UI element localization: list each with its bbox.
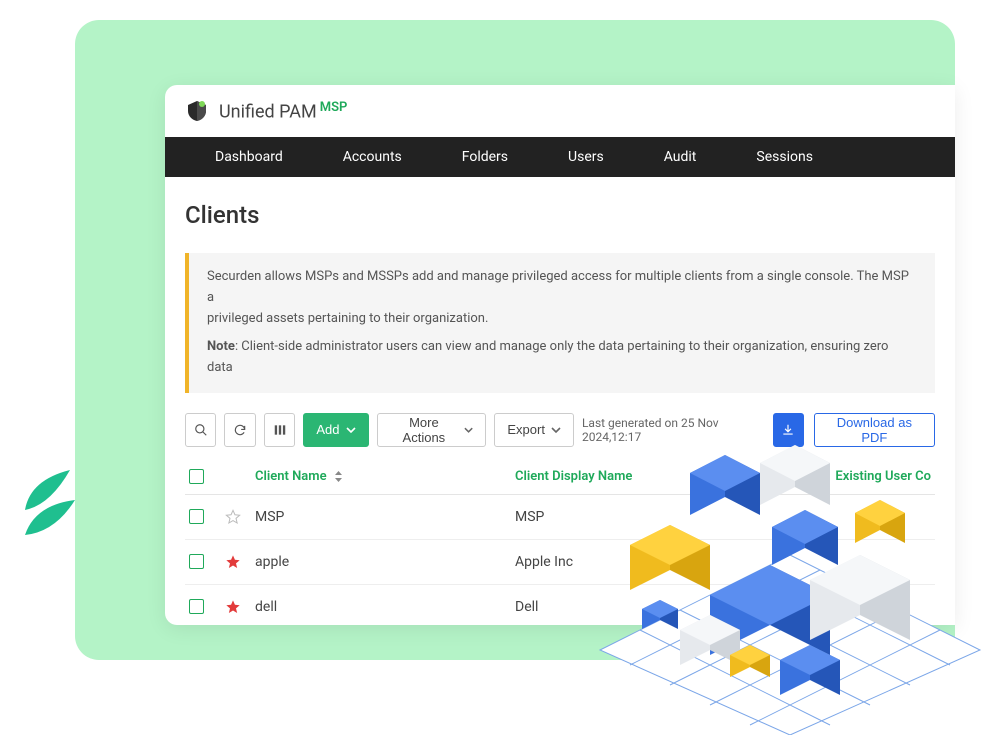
nav-accounts[interactable]: Accounts bbox=[313, 137, 432, 177]
shield-logo-icon bbox=[185, 99, 209, 123]
brand-name: Unified PAM bbox=[219, 101, 317, 122]
cell-client-name: MSP bbox=[255, 509, 515, 525]
export-button[interactable]: Export bbox=[494, 413, 574, 447]
star-icon[interactable] bbox=[225, 509, 241, 525]
chevron-down-icon bbox=[346, 427, 356, 433]
brand-suffix: MSP bbox=[320, 100, 348, 115]
brand: Unified PAMMSP bbox=[219, 100, 347, 122]
row-checkbox[interactable] bbox=[189, 509, 204, 524]
chevron-down-icon bbox=[551, 427, 561, 433]
main-nav: Dashboard Accounts Folders Users Audit S… bbox=[165, 137, 955, 177]
column-client-name[interactable]: Client Name bbox=[255, 469, 515, 484]
star-icon[interactable] bbox=[225, 554, 241, 570]
nav-users[interactable]: Users bbox=[538, 137, 634, 177]
select-all-checkbox[interactable] bbox=[189, 469, 204, 484]
cell-client-name: dell bbox=[255, 599, 515, 615]
nav-dashboard[interactable]: Dashboard bbox=[185, 137, 313, 177]
refresh-button[interactable] bbox=[224, 413, 255, 447]
search-button[interactable] bbox=[185, 413, 216, 447]
more-actions-button[interactable]: More Actions bbox=[377, 413, 487, 447]
row-checkbox[interactable] bbox=[189, 599, 204, 614]
columns-button[interactable] bbox=[264, 413, 295, 447]
search-icon bbox=[194, 423, 208, 437]
chevron-down-icon bbox=[464, 427, 473, 433]
app-header: Unified PAMMSP bbox=[165, 85, 955, 137]
star-icon[interactable] bbox=[225, 599, 241, 615]
row-checkbox[interactable] bbox=[189, 554, 204, 569]
page-title: Clients bbox=[185, 201, 935, 229]
columns-icon bbox=[273, 423, 287, 437]
info-note-text: : Client-side administrator users can vi… bbox=[207, 339, 888, 375]
nav-audit[interactable]: Audit bbox=[634, 137, 727, 177]
export-label: Export bbox=[507, 422, 545, 437]
add-label: Add bbox=[316, 422, 339, 437]
sort-icon bbox=[334, 471, 343, 482]
info-banner: Securden allows MSPs and MSSPs add and m… bbox=[185, 253, 935, 393]
add-button[interactable]: Add bbox=[303, 413, 368, 447]
refresh-icon bbox=[233, 423, 247, 437]
info-line2: privileged assets pertaining to their or… bbox=[207, 309, 917, 330]
more-label: More Actions bbox=[390, 415, 459, 445]
cell-client-name: apple bbox=[255, 554, 515, 570]
info-line1: Securden allows MSPs and MSSPs add and m… bbox=[207, 269, 909, 305]
isometric-decoration bbox=[580, 405, 1000, 735]
info-note-label: Note bbox=[207, 339, 235, 354]
nav-sessions[interactable]: Sessions bbox=[726, 137, 843, 177]
leaf-decoration bbox=[10, 450, 90, 550]
nav-folders[interactable]: Folders bbox=[432, 137, 538, 177]
